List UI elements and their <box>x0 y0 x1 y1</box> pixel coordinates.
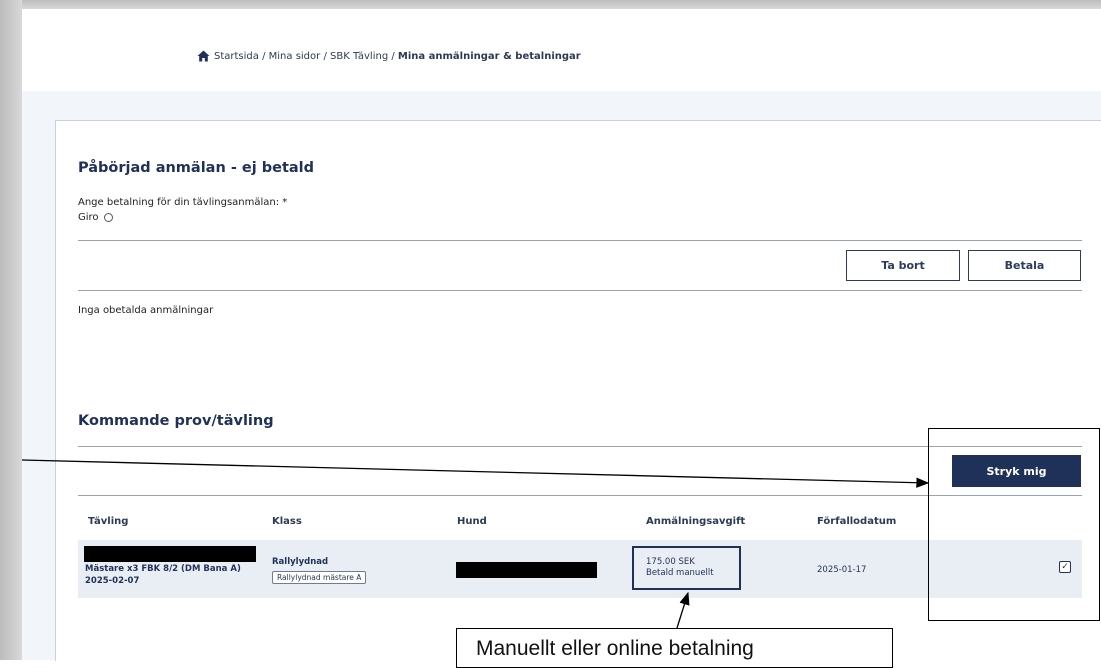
annotation-arrow-to-withdraw <box>21 459 930 488</box>
annotation-arrow-to-fee <box>676 591 690 629</box>
annotation-arrows <box>21 459 930 629</box>
annotation-label: Manuellt eller online betalning <box>456 628 893 668</box>
